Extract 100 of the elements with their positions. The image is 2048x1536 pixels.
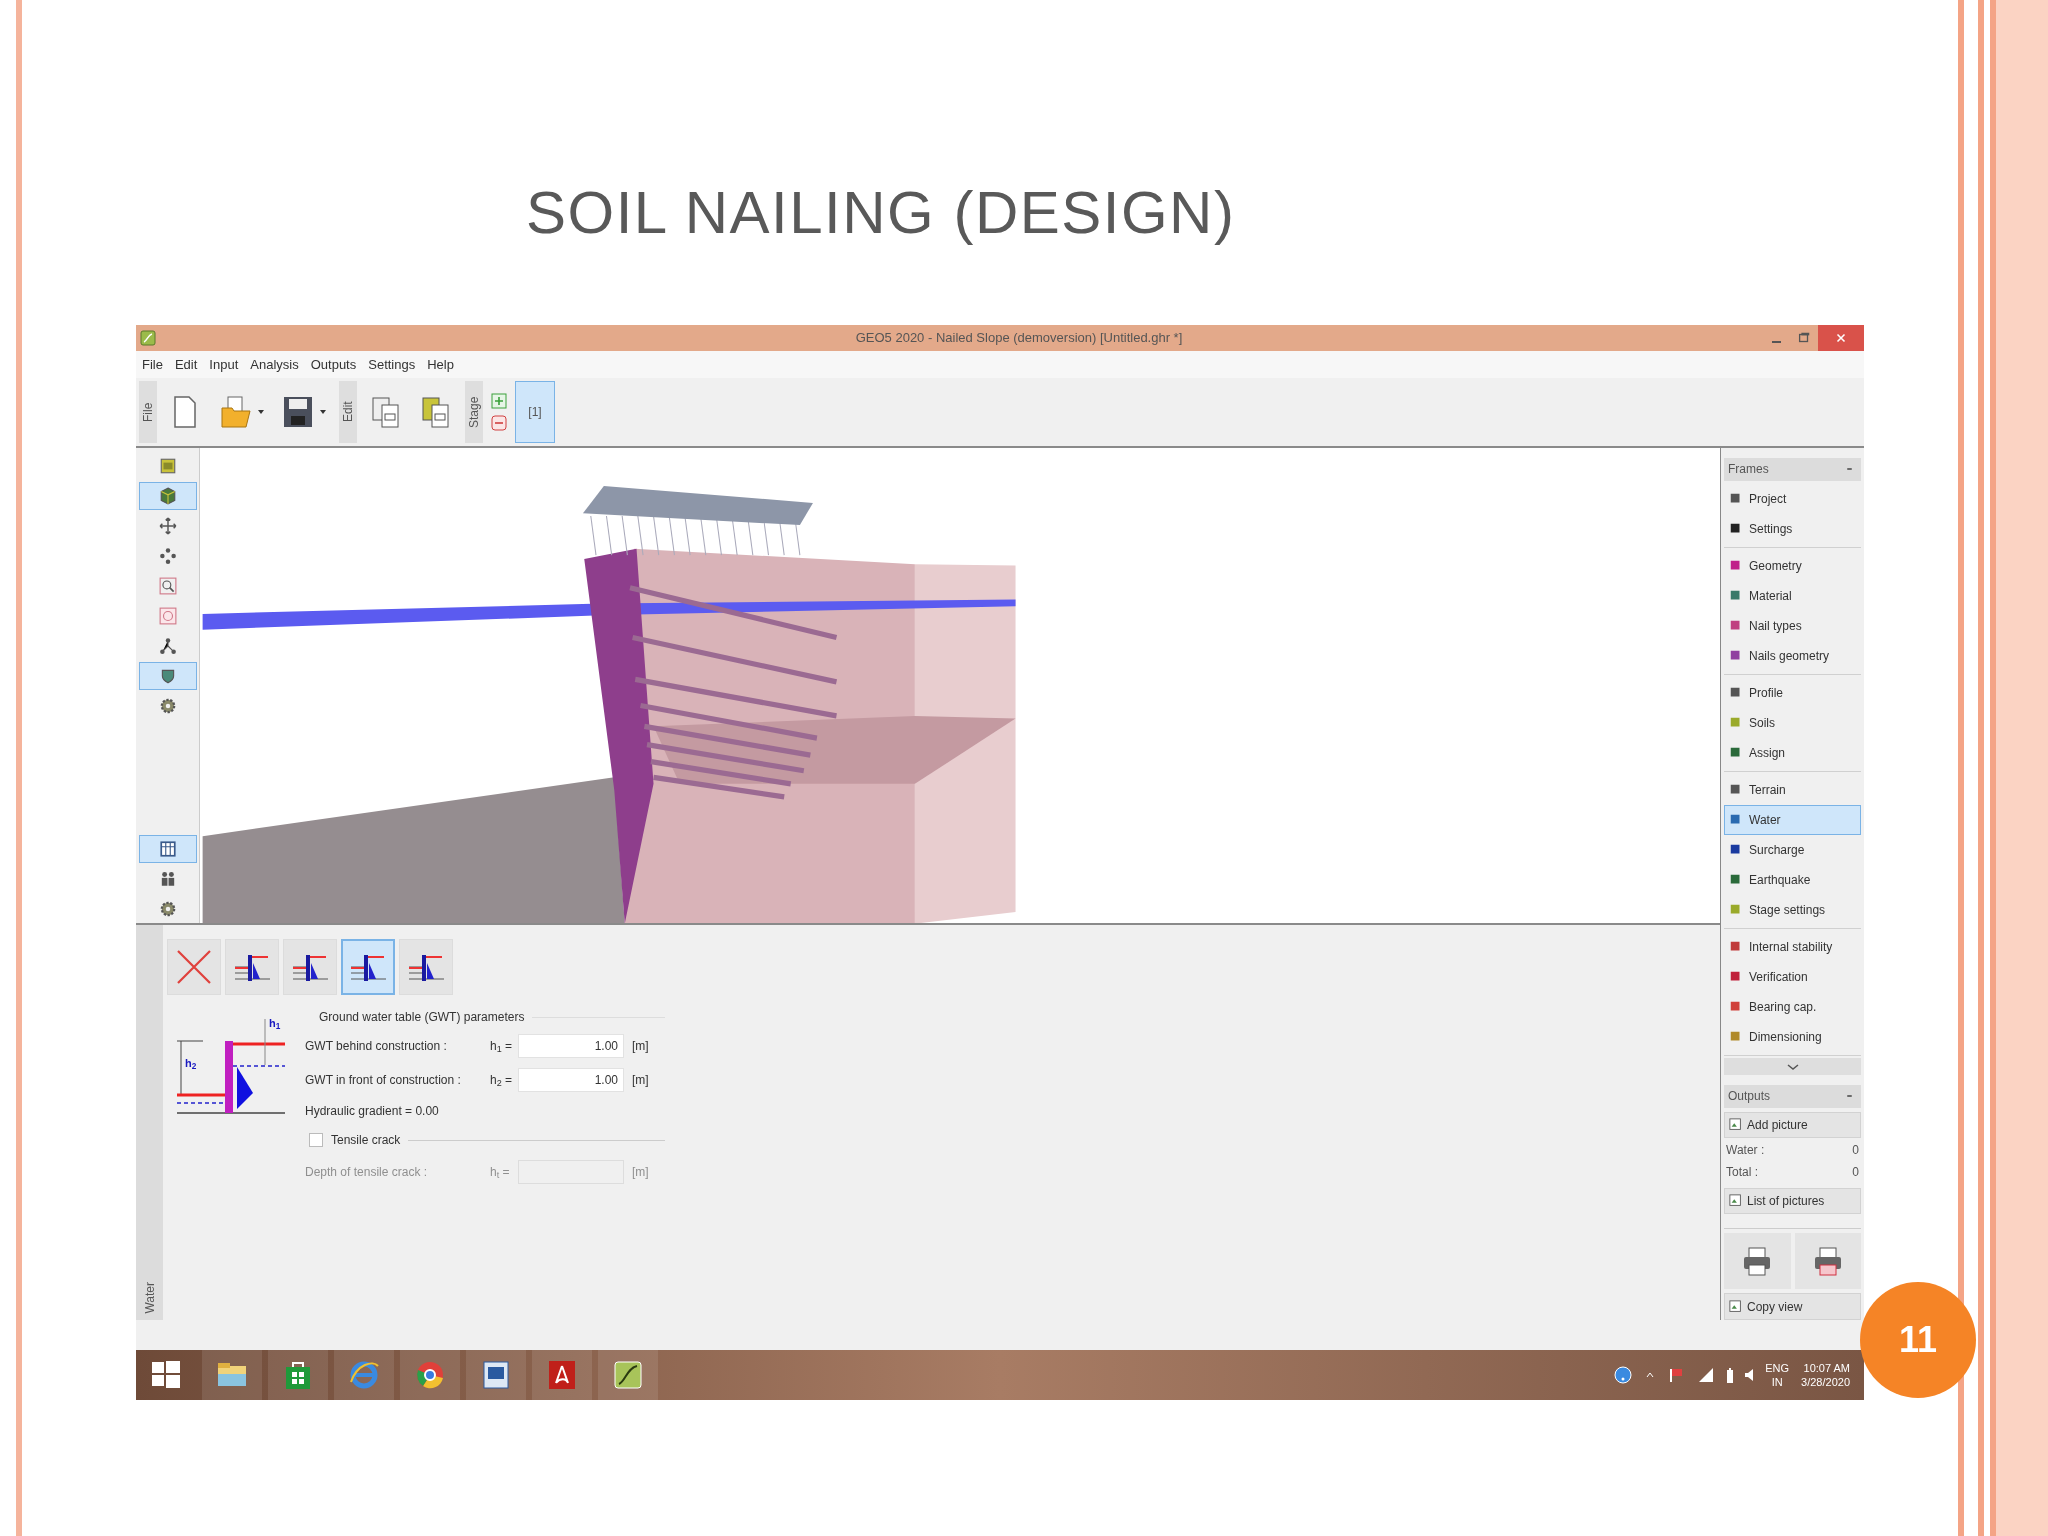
water-type-button[interactable]	[341, 939, 395, 995]
save-icon	[281, 394, 315, 430]
water-type-button[interactable]	[399, 939, 453, 995]
toolbar-group-label: Edit	[339, 381, 357, 443]
toolbar-group-label: Stage	[465, 381, 483, 443]
unit-label: [m]	[632, 1164, 649, 1181]
picture-icon	[1729, 1299, 1743, 1314]
field-symbol: h$_{2}$ =	[490, 1072, 514, 1089]
frame-item[interactable]: Dimensioning	[1724, 1021, 1861, 1052]
field-label: GWT behind construction :	[305, 1038, 448, 1055]
square-icon	[1729, 902, 1743, 917]
print-button[interactable]	[1724, 1233, 1791, 1290]
minus-icon	[491, 415, 507, 431]
speaker-icon	[1745, 1369, 1754, 1381]
menu-item[interactable]: Input	[208, 354, 240, 375]
frame-item[interactable]: Earthquake	[1724, 864, 1861, 895]
field-symbol: h$_{1}$ =	[490, 1038, 514, 1055]
taskbar-button[interactable]	[532, 1350, 592, 1400]
frame-item[interactable]: Nails geometry	[1724, 640, 1861, 671]
frame-item[interactable]: Profile	[1724, 677, 1861, 708]
signal-icon	[1697, 1366, 1716, 1384]
window-icon	[158, 457, 177, 475]
frame-item[interactable]: Surcharge	[1724, 834, 1861, 865]
app-icon	[140, 330, 156, 346]
window-title: GEO5 2020 - Nailed Slope (demoversion) [Untitled.ghr *]	[854, 329, 1184, 348]
frame-item[interactable]: Internal stability	[1724, 931, 1861, 962]
menu-item[interactable]: Edit	[173, 354, 199, 375]
water-type-button[interactable]	[283, 939, 337, 995]
language-indicator[interactable]: ENG	[1765, 1361, 1790, 1375]
help-icon	[1613, 1365, 1634, 1385]
frame-item[interactable]: Assign	[1724, 737, 1861, 768]
app-icon	[611, 1358, 645, 1392]
menu-item[interactable]: File	[141, 354, 164, 375]
taskbar-button[interactable]	[466, 1350, 526, 1400]
input-field[interactable]: 1.00	[518, 1068, 624, 1092]
square-icon	[1729, 685, 1743, 700]
frame-item[interactable]: Geometry	[1724, 550, 1861, 581]
panel-title: Outputs	[1728, 1088, 1771, 1106]
region-indicator: IN	[1771, 1375, 1783, 1389]
frame-item[interactable]: Settings	[1724, 513, 1861, 544]
count-label: Water :	[1726, 1141, 1765, 1159]
plus-icon	[491, 393, 507, 409]
square-icon	[1729, 999, 1743, 1014]
view-tool-button[interactable]	[138, 662, 197, 690]
output-button[interactable]: Copy view	[1724, 1293, 1861, 1320]
taskbar-button[interactable]	[268, 1350, 328, 1400]
diagram-label: h$_{2}$	[185, 1056, 197, 1072]
frame-item[interactable]: Project	[1724, 483, 1861, 514]
zoom-icon	[158, 577, 177, 595]
taskbar-button[interactable]	[202, 1350, 262, 1400]
square-icon	[1729, 491, 1743, 506]
minimize-icon	[1771, 341, 1781, 343]
diagram-label: h$_{1}$	[269, 1016, 281, 1032]
square-icon	[1729, 939, 1743, 954]
square-icon	[1729, 812, 1743, 827]
checkbox[interactable]	[309, 1133, 323, 1147]
close-button[interactable]	[1818, 325, 1864, 351]
nodes-icon	[158, 637, 177, 655]
section-title: Ground water table (GWT) parameters	[319, 1009, 525, 1026]
frame-item[interactable]: Material	[1724, 580, 1861, 611]
frame-item[interactable]: Stage settings	[1724, 894, 1861, 925]
unit-label: [m]	[632, 1038, 649, 1055]
add-stage-button[interactable]	[491, 393, 507, 409]
restore-icon	[1797, 331, 1811, 345]
stage-button[interactable]: [1]	[515, 381, 555, 443]
print-button[interactable]	[1794, 1233, 1861, 1290]
cube-icon	[158, 487, 177, 505]
toolbar-group-label: File	[139, 381, 157, 443]
menu-item[interactable]: Outputs	[309, 354, 358, 375]
frame-item[interactable]: Verification	[1724, 961, 1861, 992]
frame-item[interactable]: Nail types	[1724, 610, 1861, 641]
menu-item[interactable]: Analysis	[249, 354, 300, 375]
square-icon	[1729, 558, 1743, 573]
menu-item[interactable]: Help	[426, 354, 455, 375]
menu-item[interactable]: Settings	[367, 354, 417, 375]
view-tool-button[interactable]	[138, 835, 197, 863]
output-button[interactable]: Add picture	[1724, 1111, 1861, 1139]
frame-item[interactable]: Soils	[1724, 707, 1861, 738]
output-button[interactable]: List of pictures	[1724, 1187, 1861, 1215]
square-icon	[1729, 588, 1743, 603]
frame-item[interactable]: Bearing cap.	[1724, 991, 1861, 1022]
remove-stage-button[interactable]	[491, 415, 507, 431]
input-field[interactable]: 1.00	[518, 1034, 624, 1058]
frame-item[interactable]: Water	[1724, 804, 1861, 835]
caret-icon	[319, 408, 327, 416]
field-label: GWT in front of construction :	[305, 1072, 462, 1089]
water-type-button[interactable]	[225, 939, 279, 995]
panel-side-label: Water	[141, 1282, 158, 1314]
move-icon	[158, 517, 177, 535]
close-icon	[1834, 331, 1848, 345]
square-icon	[1729, 618, 1743, 633]
clock-time[interactable]: 10:07 AM	[1803, 1361, 1850, 1375]
picture-icon	[1729, 1194, 1743, 1208]
square-icon	[1729, 872, 1743, 887]
frame-item[interactable]: Terrain	[1724, 774, 1861, 805]
view-tool-button[interactable]	[138, 482, 197, 510]
pan-icon	[158, 547, 177, 565]
table-icon	[158, 840, 177, 858]
taskbar-button[interactable]	[400, 1350, 460, 1400]
square-icon	[1729, 521, 1743, 536]
